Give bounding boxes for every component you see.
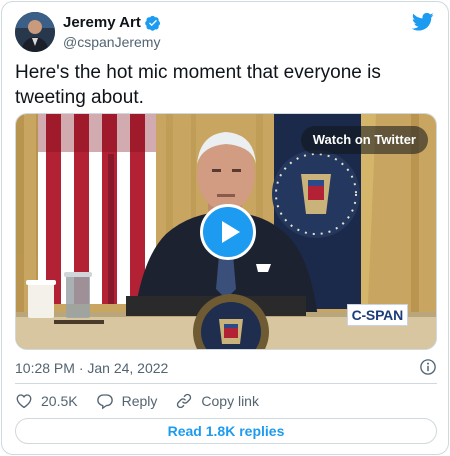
reply-icon	[96, 394, 113, 410]
video-player[interactable]: Watch on Twitter C-SPAN	[15, 113, 437, 350]
verified-icon	[144, 15, 161, 31]
tweet-text: Here's the hot mic moment that everyone …	[15, 62, 381, 108]
copy-link-label: Copy link	[201, 393, 259, 409]
like-button[interactable]: 20.5K	[15, 392, 78, 410]
heart-icon	[16, 394, 32, 409]
avatar[interactable]	[15, 12, 55, 52]
timestamp-row: 10:28 PM · Jan 24, 2022	[15, 358, 437, 378]
action-bar: 20.5K Reply Copy link	[15, 390, 277, 412]
author-name[interactable]: Jeremy Art	[63, 14, 141, 31]
twitter-logo-icon[interactable]	[411, 12, 434, 32]
tweet-card: Jeremy Art @cspanJeremy Here's the hot m…	[1, 1, 449, 455]
reply-label: Reply	[121, 393, 158, 409]
link-icon	[177, 393, 192, 409]
play-icon	[221, 221, 240, 243]
like-count: 20.5K	[41, 393, 78, 409]
author-handle[interactable]: @cspanJeremy	[63, 34, 160, 50]
play-button[interactable]	[200, 204, 256, 260]
author-name-row[interactable]: Jeremy Art	[63, 14, 161, 31]
tweet-timestamp[interactable]: 10:28 PM · Jan 24, 2022	[15, 360, 168, 376]
cspan-watermark: C-SPAN	[346, 304, 408, 326]
copy-link-button[interactable]: Copy link	[175, 392, 259, 410]
read-replies-button[interactable]: Read 1.8K replies	[15, 418, 437, 444]
info-icon[interactable]	[419, 358, 437, 376]
divider	[15, 383, 437, 384]
watch-on-twitter-button[interactable]: Watch on Twitter	[300, 126, 428, 154]
reply-button[interactable]: Reply	[96, 392, 158, 410]
